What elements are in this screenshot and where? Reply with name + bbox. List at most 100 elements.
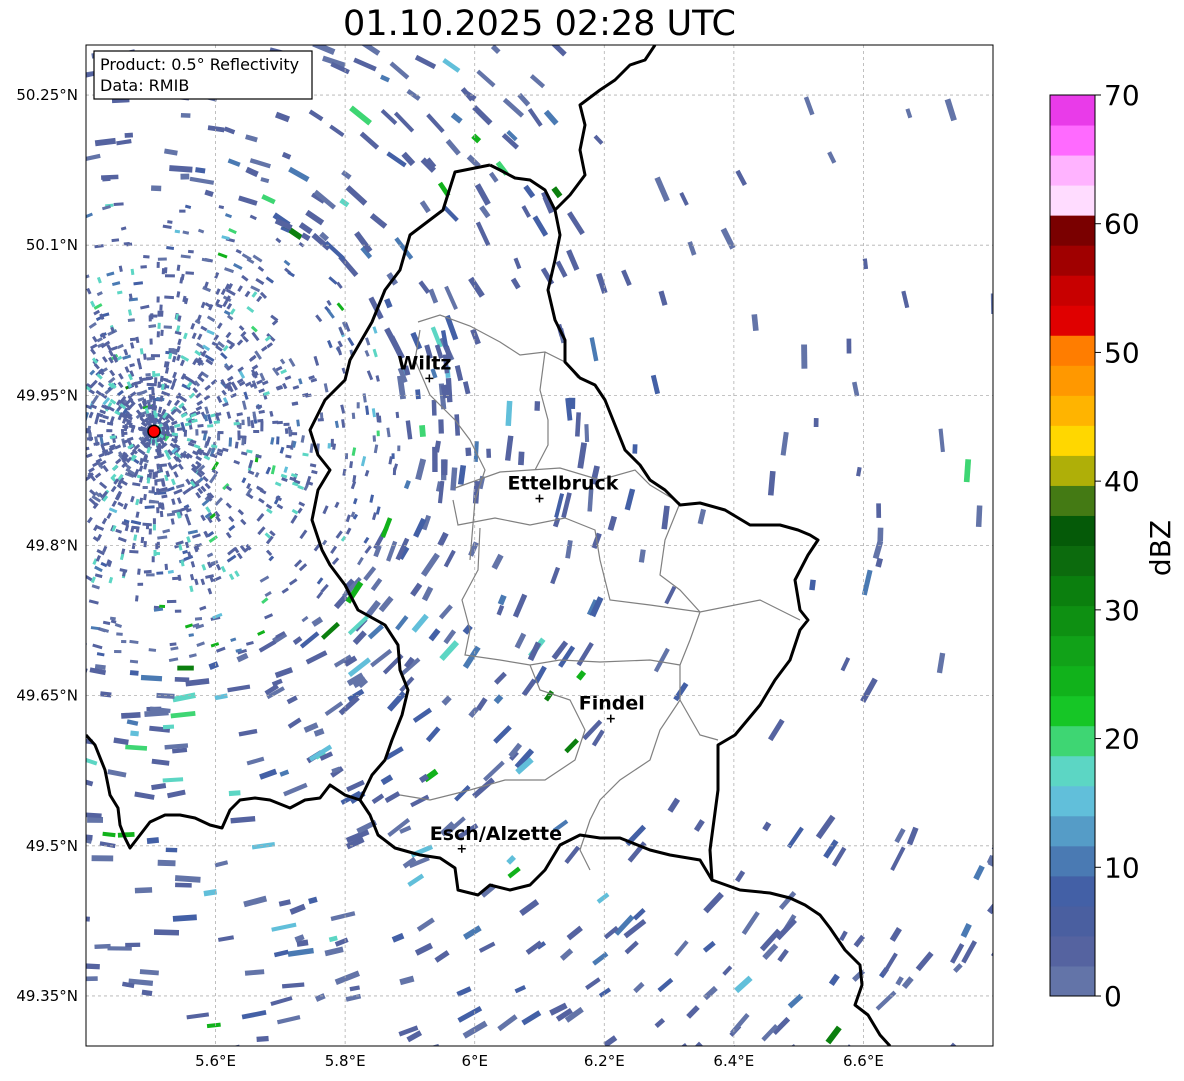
echo-cell [86,721,87,729]
colorbar-segment [1050,185,1095,216]
echo-cell [106,429,113,433]
echo-cell [801,344,808,369]
echo-cell [991,825,993,852]
echo-cell [432,446,438,473]
colorbar-tick-label: 50 [1104,336,1140,369]
lon-tick-label: 5.8°E [325,1052,366,1070]
echo-cell [159,510,164,518]
echo-cell [124,132,134,138]
echo-cell [233,421,240,426]
lat-tick-label: 50.1°N [26,236,78,254]
echo-cell [415,389,421,400]
echo-cell [377,415,382,423]
echo-cell [180,173,190,180]
echo-cell [80,408,85,416]
echo-cell [164,295,174,300]
echo-cell [137,568,141,575]
colorbar-segment [1050,605,1095,637]
colorbar-tick-label: 70 [1104,79,1140,112]
echo-cell [975,505,983,528]
echo-cell [146,382,157,387]
echo-cell [632,444,638,454]
echo-cell [486,448,492,458]
colorbar-segment [1050,725,1095,757]
echo-cell [161,268,166,275]
echo-cell [152,518,156,525]
city-label: Findel [579,693,645,715]
colorbar-segment [1050,215,1095,246]
echo-cell [256,1035,269,1043]
colorbar-segment [1050,485,1095,516]
colorbar-segment [1050,95,1095,126]
colorbar-label: dBZ [1144,520,1177,576]
colorbar-segment [1050,125,1095,156]
echo-cell [165,847,178,853]
echo-cell [291,432,298,436]
echo-cell [146,356,155,361]
echo-cell [145,523,150,530]
lat-tick-label: 49.35°N [16,987,78,1005]
echo-cell [201,430,208,434]
echo-cell [113,202,124,206]
colorbar-segment [1050,755,1095,787]
colorbar-tick-label: 10 [1104,851,1140,884]
colorbar-segment [1050,335,1095,366]
echo-cell [217,433,221,441]
colorbar-segment [1050,935,1095,967]
colorbar-tick-label: 60 [1104,208,1140,241]
echo-cell [207,424,214,428]
echo-cell [272,420,279,425]
info-data-source: Data: RMIB [100,76,189,95]
echo-cell [159,604,166,609]
colorbar-segment [1050,635,1095,667]
echo-cell [164,274,175,278]
colorbar-tick-label: 20 [1104,723,1140,756]
colorbar-tick-label: 30 [1104,594,1140,627]
colorbar-segment [1050,905,1095,937]
echo-cell [149,338,153,345]
echo-cell [391,453,395,459]
colorbar: 0 10 20 30 40 50 60 70 [1049,79,1140,1013]
echo-cell [148,528,152,535]
echo-cell [129,670,139,676]
echo-cell [154,377,158,384]
echo-cell [152,400,156,407]
echo-cell [441,459,448,476]
radar-map: 50.25°N 50.1°N 49.95°N 49.8°N 49.65°N 49.5°N 4… [16,44,1177,1070]
echo-cell [276,436,280,445]
echo-cell [76,219,85,225]
colorbar-segment [1050,425,1095,456]
echo-cell [176,427,184,431]
echo-cell [284,428,289,434]
echo-cell [72,564,81,570]
echo-cell [257,418,264,423]
echo-cell [152,370,156,378]
lon-tick-label: 5.6°E [195,1052,236,1070]
lon-tick-label: 6°E [461,1052,488,1070]
echo-cell [253,429,260,434]
echo-cell [151,439,156,446]
echo-cell [101,174,119,180]
echo-cell [317,418,324,422]
echo-cell [75,228,83,233]
echo-cell [146,837,160,844]
echo-cell [166,599,177,604]
colorbar-segment [1050,845,1095,877]
colorbar-segment [1050,695,1095,727]
echo-cell [419,424,426,438]
echo-cell [148,315,152,322]
lon-tick-label: 6.4°E [713,1052,754,1070]
colorbar-segment [1050,545,1095,577]
echo-cell [134,887,153,894]
echo-cell [163,325,172,329]
echo-cell [185,271,195,275]
echo-cell [813,418,819,428]
echo-cell [151,393,155,400]
colorbar-segment [1050,305,1095,336]
echo-cell [129,337,136,342]
echo-cell [397,445,401,452]
echo-cell [154,479,158,486]
echo-cell [121,712,141,719]
echo-cell [160,310,164,317]
colorbar-segment [1050,875,1095,907]
